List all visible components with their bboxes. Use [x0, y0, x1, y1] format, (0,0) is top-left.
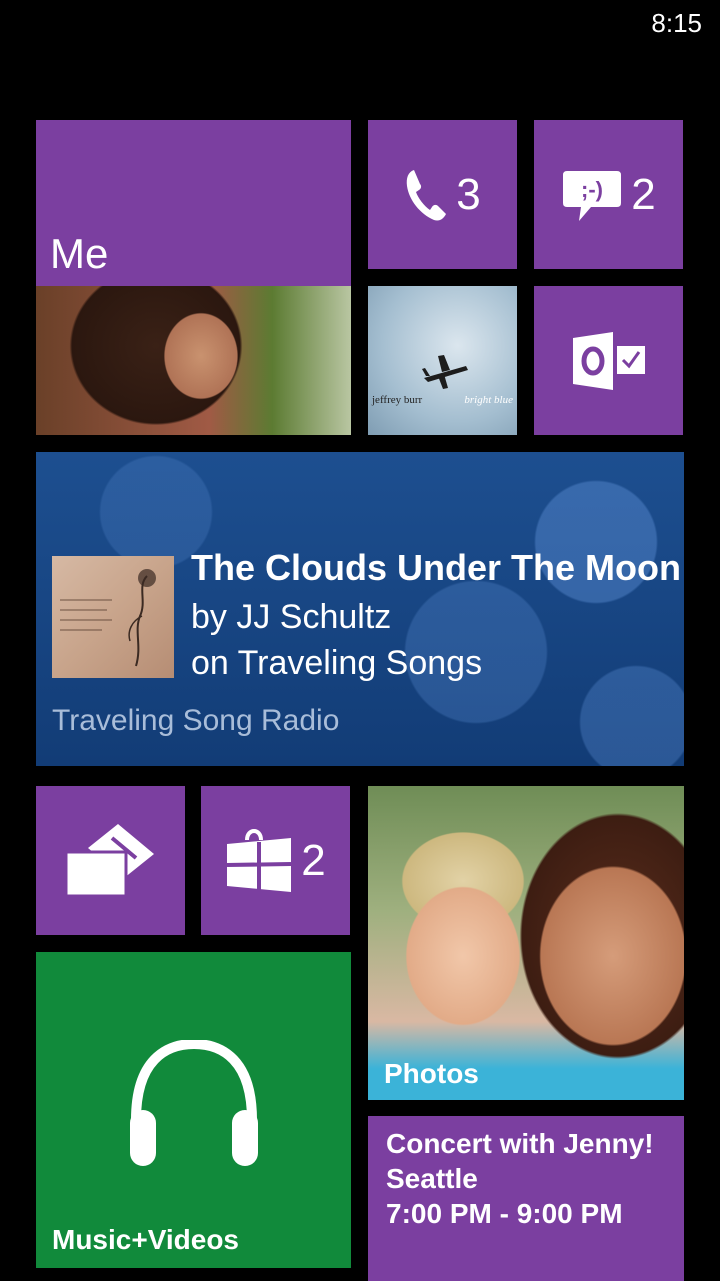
- song-album: on Traveling Songs: [191, 644, 483, 682]
- headphones-icon: [130, 1040, 258, 1166]
- wallet-tile[interactable]: [36, 786, 185, 935]
- me-profile-photo: [36, 286, 351, 435]
- calendar-event-time: 7:00 PM - 9:00 PM: [386, 1198, 623, 1229]
- store-tile[interactable]: 2: [201, 786, 350, 935]
- status-time: 8:15: [651, 8, 702, 38]
- messaging-icon: ;-): [563, 170, 622, 221]
- song-artist: by JJ Schultz: [191, 598, 392, 636]
- phone-icon: [407, 169, 447, 221]
- now-playing-album-art: [52, 556, 174, 678]
- outlook-tile[interactable]: [534, 286, 683, 435]
- phone-tile[interactable]: 3: [368, 120, 517, 269]
- outlook-icon: [573, 332, 645, 390]
- airplane-icon: [422, 355, 468, 389]
- calendar-event-location: Seattle: [386, 1163, 478, 1194]
- svg-text:;-): ;-): [581, 177, 603, 202]
- missed-calls-count: 3: [456, 169, 481, 219]
- music-videos-tile[interactable]: Music+Videos: [36, 952, 351, 1268]
- wallet-icon: [66, 824, 154, 896]
- music-videos-label: Music+Videos: [52, 1224, 240, 1255]
- me-tile-label: Me: [50, 230, 109, 277]
- unread-messages-count: 2: [631, 169, 656, 219]
- album-art-title: bright blue: [464, 394, 513, 406]
- radio-station: Traveling Song Radio: [52, 704, 340, 737]
- store-updates-count: 2: [301, 835, 326, 885]
- me-tile[interactable]: Me: [36, 120, 351, 435]
- photos-tile-label: Photos: [384, 1058, 479, 1089]
- album-art-artist: jeffrey burr: [372, 394, 423, 406]
- messaging-tile[interactable]: ;-) 2: [534, 120, 683, 269]
- album-art-tile[interactable]: jeffrey burr bright blue: [368, 286, 517, 435]
- calendar-event-title: Concert with Jenny!: [386, 1128, 654, 1159]
- song-title: The Clouds Under The Moon: [191, 547, 681, 588]
- now-playing-tile[interactable]: The Clouds Under The Moon by JJ Schultz …: [36, 452, 684, 766]
- store-icon: [227, 828, 292, 892]
- photos-tile[interactable]: Photos: [368, 786, 684, 1100]
- calendar-tile[interactable]: Concert with Jenny! Seattle 7:00 PM - 9:…: [368, 1116, 684, 1281]
